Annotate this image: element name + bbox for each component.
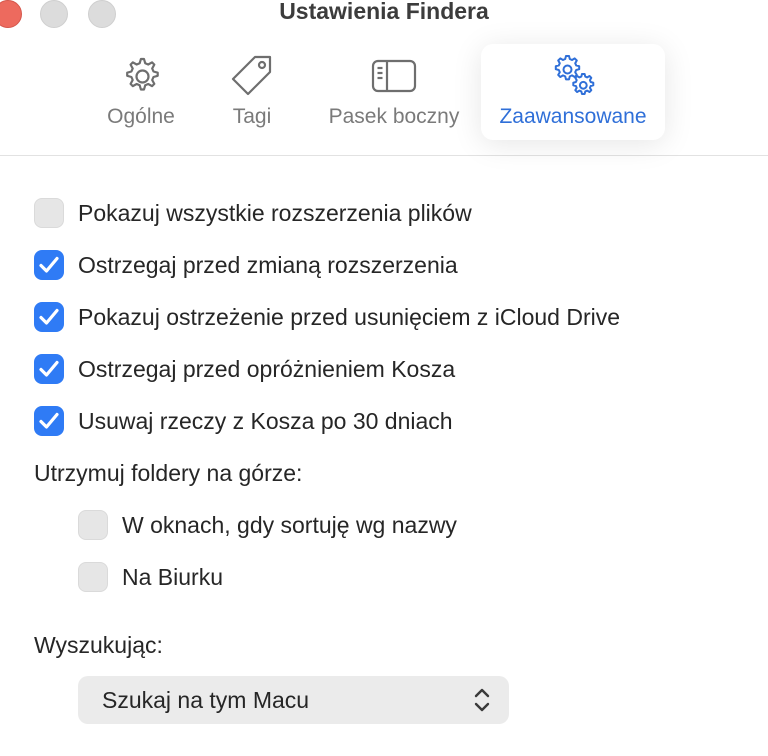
folders-on-top-heading: Utrzymuj foldery na górze:	[34, 460, 303, 486]
tab-sidebar[interactable]: Pasek boczny	[318, 44, 470, 140]
option-warn-extension-change[interactable]: Ostrzegaj przed zmianą rozszerzenia	[34, 248, 458, 282]
option-label: Usuwaj rzeczy z Kosza po 30 dniach	[78, 407, 453, 434]
finder-settings-window: Ustawienia Findera Ogólne Tagi Pasek boc…	[0, 0, 768, 756]
tab-label: Pasek boczny	[328, 105, 460, 128]
option-warn-icloud-remove[interactable]: Pokazuj ostrzeżenie przed usunięciem z i…	[34, 300, 620, 334]
search-heading: Wyszukując:	[34, 632, 163, 658]
gear-icon	[126, 57, 159, 91]
toolbar: Ustawienia Findera Ogólne Tagi Pasek boc…	[0, 0, 768, 156]
option-warn-empty-trash[interactable]: Ostrzegaj przed opróżnieniem Kosza	[34, 352, 455, 386]
tab-label: Zaawansowane	[499, 105, 647, 128]
checkbox-show-extensions[interactable]	[34, 198, 64, 228]
checkbox-warn-extension-change[interactable]	[34, 250, 64, 280]
checkmark-icon	[39, 360, 59, 377]
tab-label: Tagi	[232, 105, 272, 128]
checkmark-icon	[39, 308, 59, 325]
option-label: Ostrzegaj przed zmianą rozszerzenia	[78, 251, 458, 278]
option-label: Na Biurku	[122, 563, 223, 590]
option-label: Pokazuj ostrzeżenie przed usunięciem z i…	[78, 303, 621, 330]
option-label: Ostrzegaj przed opróżnieniem Kosza	[78, 355, 456, 382]
checkmark-icon	[39, 256, 59, 273]
option-folders-on-desktop[interactable]: Na Biurku	[78, 560, 223, 594]
tag-icon	[231, 55, 272, 96]
search-scope-value: Szukaj na tym Macu	[102, 687, 310, 713]
tab-tags[interactable]: Tagi	[212, 44, 292, 140]
window-title: Ustawienia Findera	[279, 0, 489, 24]
chevron-updown-icon	[474, 688, 490, 712]
option-show-extensions[interactable]: Pokazuj wszystkie rozszerzenia plików	[34, 196, 472, 230]
tab-general[interactable]: Ogólne	[98, 44, 184, 140]
sidebar-icon	[371, 59, 417, 93]
checkbox-folders-in-windows[interactable]	[78, 510, 108, 540]
checkbox-folders-on-desktop[interactable]	[78, 562, 108, 592]
option-folders-in-windows[interactable]: W oknach, gdy sortuję wg nazwy	[78, 508, 457, 542]
tab-advanced[interactable]: Zaawansowane	[481, 44, 665, 140]
gears-icon	[554, 55, 595, 95]
checkbox-warn-empty-trash[interactable]	[34, 354, 64, 384]
option-label: W oknach, gdy sortuję wg nazwy	[122, 511, 457, 538]
option-label: Pokazuj wszystkie rozszerzenia plików	[78, 199, 472, 226]
search-scope-select[interactable]: Szukaj na tym Macu	[78, 676, 509, 724]
checkmark-icon	[39, 412, 59, 429]
option-remove-trash-30-days[interactable]: Usuwaj rzeczy z Kosza po 30 dniach	[34, 404, 453, 438]
tab-label: Ogólne	[107, 105, 175, 128]
checkbox-remove-trash-30-days[interactable]	[34, 406, 64, 436]
checkbox-warn-icloud-remove[interactable]	[34, 302, 64, 332]
